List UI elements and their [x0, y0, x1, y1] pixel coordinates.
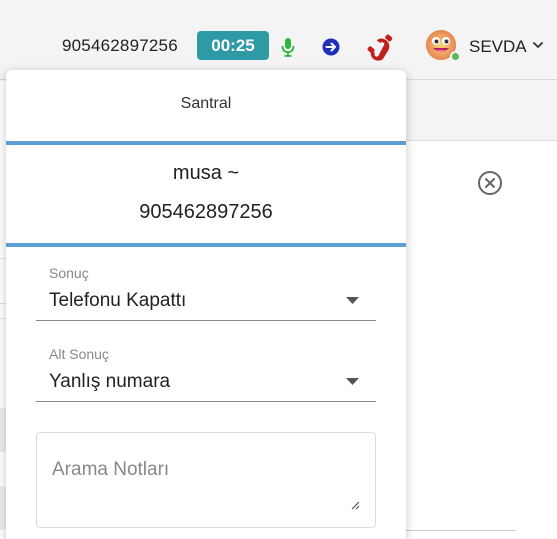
caret-down-icon[interactable]	[346, 297, 359, 304]
active-call-number: 905462897256	[62, 36, 178, 55]
close-circle-icon[interactable]	[477, 170, 503, 196]
call-notes-textarea[interactable]: Arama Notları	[36, 432, 376, 528]
user-name[interactable]: SEVDA	[469, 37, 527, 57]
microphone-icon[interactable]	[281, 37, 295, 57]
sub-result-value[interactable]: Yanlış numara	[49, 371, 170, 393]
call-panel: Santral musa ~ 905462897256 Sonuç Telefo…	[6, 70, 406, 539]
background-divider	[400, 530, 516, 531]
top-bar: 905462897256 00:25 SEVDA	[0, 0, 557, 80]
online-status-dot	[450, 51, 461, 62]
accent-divider	[6, 141, 406, 145]
accent-divider	[6, 243, 406, 247]
chevron-down-icon[interactable]	[533, 41, 543, 49]
caller-number: 905462897256	[139, 201, 273, 223]
result-value[interactable]: Telefonu Kapattı	[49, 290, 186, 312]
caller-name: musa ~	[172, 162, 240, 184]
call-notes-placeholder: Arama Notları	[52, 459, 170, 480]
result-underline	[36, 320, 376, 321]
sub-result-label: Alt Sonuç	[49, 346, 109, 362]
caret-down-icon[interactable]	[346, 378, 359, 385]
hangup-phone-icon[interactable]	[366, 33, 396, 61]
call-timer: 00:25	[197, 31, 269, 60]
forward-arrow-icon[interactable]	[322, 38, 340, 56]
result-label: Sonuç	[49, 265, 89, 281]
sub-result-underline	[36, 401, 376, 402]
resize-handle-icon[interactable]	[351, 501, 360, 510]
panel-title: Santral	[180, 95, 232, 112]
background-header	[400, 81, 557, 141]
